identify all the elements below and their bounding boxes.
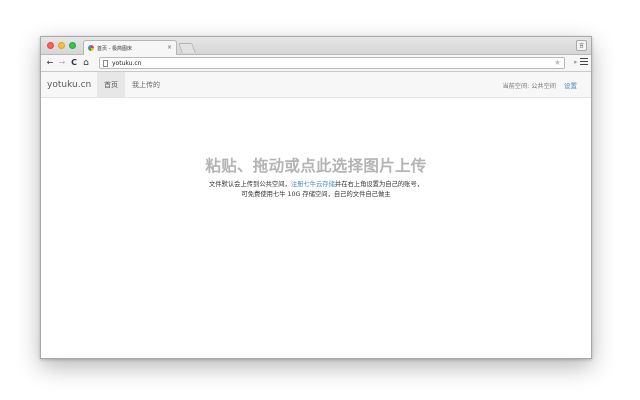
reload-icon[interactable]: C [68, 57, 80, 69]
back-arrow-icon[interactable]: ← [44, 57, 56, 69]
description-line-1: 文件默认会上传到公共空间，注册七牛云存储并在右上角设置为自己的账号， [41, 180, 591, 190]
active-tab[interactable]: 首页 - 极简图床 × [83, 40, 177, 55]
bookmark-star-icon[interactable]: ★ [554, 59, 561, 67]
favicon-icon [88, 45, 94, 51]
browser-window: 首页 - 极简图床 × 言 ← → C ⌂ ★ » yotuku.cn 首页 [40, 36, 592, 359]
url-input[interactable] [112, 58, 554, 68]
new-tab-button[interactable] [178, 43, 196, 53]
tab-strip: 首页 - 极简图床 × 言 [41, 37, 591, 55]
upload-description: 文件默认会上传到公共空间，注册七牛云存储并在右上角设置为自己的账号， 可免费使用… [41, 180, 591, 200]
browser-toolbar: ← → C ⌂ ★ » [41, 55, 591, 72]
upload-area[interactable]: 粘贴、拖动或点此选择图片上传 文件默认会上传到公共空间，注册七牛云存储并在右上角… [41, 98, 591, 356]
page-icon [103, 59, 108, 67]
zoom-window-button[interactable] [69, 42, 76, 49]
description-prefix: 文件默认会上传到公共空间， [208, 181, 291, 188]
nav-my-uploads[interactable]: 我上传的 [125, 72, 167, 97]
tab-close-icon[interactable]: × [167, 45, 172, 51]
address-bar[interactable]: ★ [99, 57, 565, 69]
nav-home[interactable]: 首页 [97, 72, 125, 97]
register-qiniu-link[interactable]: 注册七牛云存储 [291, 181, 335, 188]
close-window-button[interactable] [47, 42, 54, 49]
tab-title: 首页 - 极简图床 [97, 45, 132, 52]
current-space-label: 当前空间: 公共空间 [502, 82, 556, 90]
settings-link[interactable]: 设置 [564, 80, 577, 90]
site-navbar: yotuku.cn 首页 我上传的 当前空间: 公共空间 设置 [41, 72, 591, 98]
extensions-chevron-icon[interactable]: » [573, 59, 577, 66]
home-icon[interactable]: ⌂ [80, 57, 92, 69]
desktop-background: 首页 - 极简图床 × 言 ← → C ⌂ ★ » yotuku.cn 首页 [0, 0, 640, 400]
navbar-right: 当前空间: 公共空间 设置 [502, 72, 577, 98]
forward-arrow-icon[interactable]: → [56, 57, 68, 69]
window-controls [47, 42, 76, 49]
menu-hamburger-icon[interactable] [580, 58, 588, 65]
site-brand[interactable]: yotuku.cn [41, 72, 97, 97]
description-line-2: 可免费使用七牛 10G 存储空间，自己的文件自己做主 [241, 191, 391, 198]
description-suffix: 并在右上角设置为自己的账号， [334, 181, 424, 188]
profile-button[interactable]: 言 [576, 40, 587, 51]
minimize-window-button[interactable] [58, 42, 65, 49]
upload-headline[interactable]: 粘贴、拖动或点此选择图片上传 [41, 154, 591, 176]
